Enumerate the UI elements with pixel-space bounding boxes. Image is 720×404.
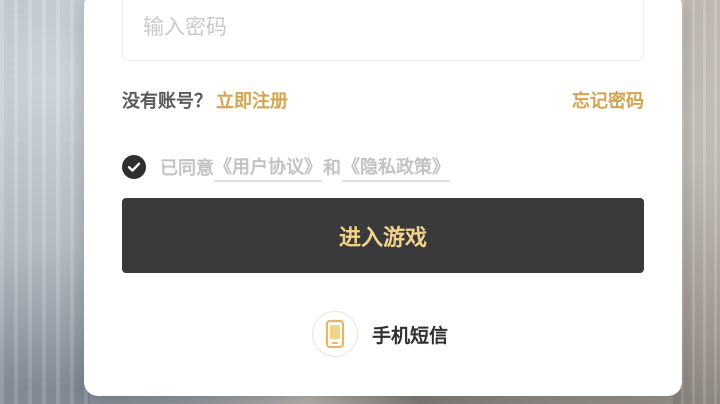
sms-login-button[interactable]: 手机短信 [312,311,448,357]
phone-icon [325,319,345,349]
sms-login-label: 手机短信 [372,324,449,347]
agreement-row: 已同意 《用户协议》 和 《隐私政策》 [122,152,450,182]
forgot-password-link[interactable]: 忘记密码 [572,87,644,113]
phone-badge [312,311,358,357]
agreement-conjunction: 和 [323,158,341,179]
privacy-policy-link[interactable]: 《隐私政策》 [342,153,450,182]
login-card: 没有账号？ 立即注册 忘记密码 已同意 《用户协议》 和 《隐私政策》 进入游戏 … [84,0,682,396]
account-links-row: 没有账号？ 立即注册 忘记密码 [122,87,644,115]
no-account-label: 没有账号？ [122,91,212,112]
password-field[interactable] [122,0,644,61]
register-link[interactable]: 立即注册 [216,91,288,112]
password-input[interactable] [141,10,605,44]
agreement-checkbox[interactable] [122,155,146,179]
agreement-prefix: 已同意 [160,158,214,179]
no-account-text: 没有账号？ 立即注册 [122,87,288,113]
checkmark-icon [127,162,141,172]
user-agreement-link[interactable]: 《用户协议》 [214,153,322,182]
enter-game-button[interactable]: 进入游戏 [122,198,644,273]
